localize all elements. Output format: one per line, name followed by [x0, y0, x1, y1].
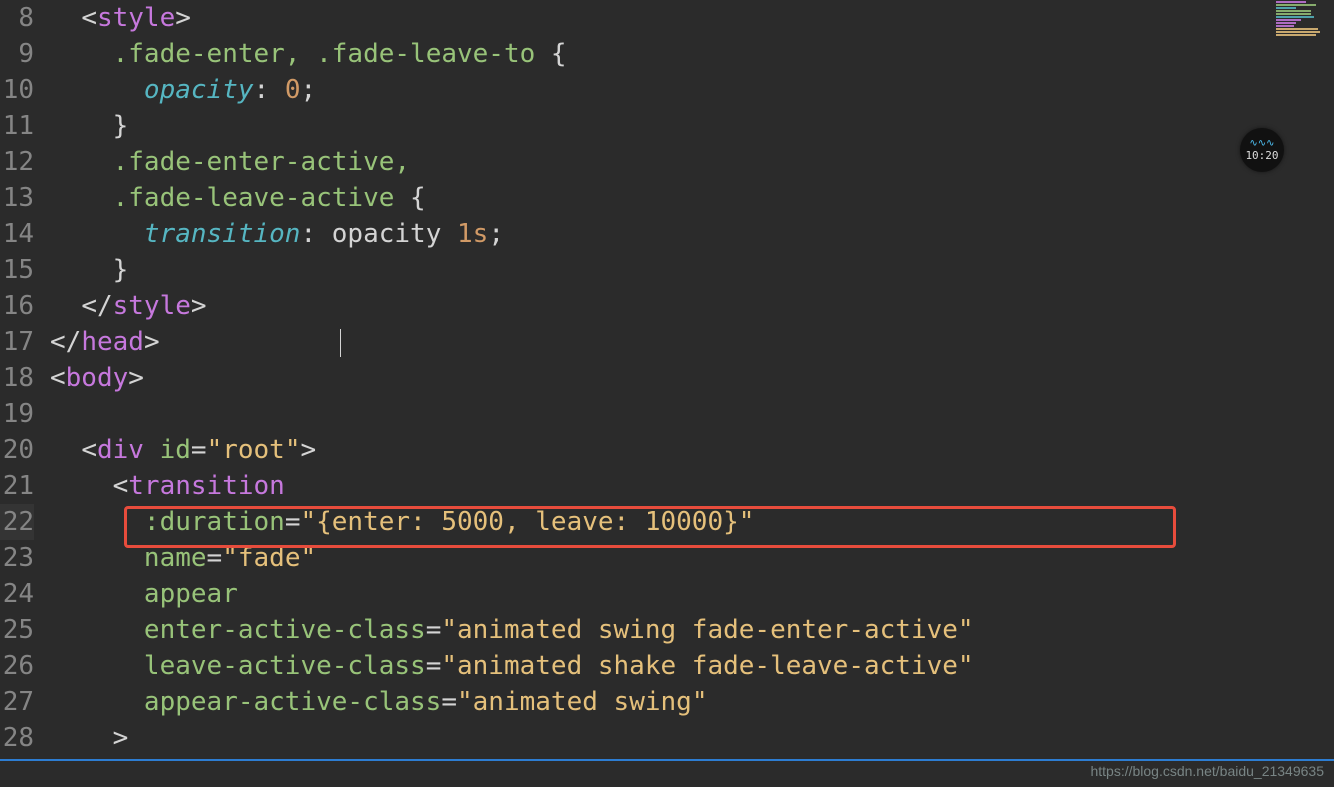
- line-number: 9: [0, 36, 34, 72]
- line-number: 22: [0, 504, 34, 540]
- line-number: 24: [0, 576, 34, 612]
- code-line[interactable]: transition: opacity 1s;: [50, 216, 1334, 252]
- code-line[interactable]: </head>: [50, 324, 1334, 360]
- code-line[interactable]: appear-active-class="animated swing": [50, 684, 1334, 720]
- line-number: 14: [0, 216, 34, 252]
- code-line[interactable]: .fade-enter, .fade-leave-to {: [50, 36, 1334, 72]
- line-number: 17: [0, 324, 34, 360]
- status-separator: [0, 759, 1334, 761]
- timestamp-badge: ∿∿∿ 10:20: [1240, 128, 1284, 172]
- code-line[interactable]: [50, 396, 1334, 432]
- line-number: 18: [0, 360, 34, 396]
- line-number: 21: [0, 468, 34, 504]
- code-line[interactable]: >: [50, 720, 1334, 756]
- code-line[interactable]: leave-active-class="animated shake fade-…: [50, 648, 1334, 684]
- line-number: 27: [0, 684, 34, 720]
- line-number: 20: [0, 432, 34, 468]
- line-number: 28: [0, 720, 34, 756]
- code-line[interactable]: <style>: [50, 0, 1334, 36]
- code-line[interactable]: .fade-leave-active {: [50, 180, 1334, 216]
- line-number: 15: [0, 252, 34, 288]
- code-line[interactable]: .fade-enter-active,: [50, 144, 1334, 180]
- text-cursor-icon: [340, 329, 341, 357]
- code-line[interactable]: opacity: 0;: [50, 72, 1334, 108]
- line-number: 19: [0, 396, 34, 432]
- line-number: 26: [0, 648, 34, 684]
- watermark-text: https://blog.csdn.net/baidu_21349635: [1090, 763, 1324, 779]
- line-number: 16: [0, 288, 34, 324]
- code-line[interactable]: <div id="root">: [50, 432, 1334, 468]
- code-line[interactable]: </style>: [50, 288, 1334, 324]
- code-content[interactable]: <style> .fade-enter, .fade-leave-to { op…: [42, 0, 1334, 787]
- line-number-gutter: 8 9 10 11 12 13 14 15 16 17 18 19 20 21 …: [0, 0, 42, 787]
- code-line[interactable]: name="fade": [50, 540, 1334, 576]
- code-line[interactable]: :duration="{enter: 5000, leave: 10000}": [50, 504, 1334, 540]
- line-number: 23: [0, 540, 34, 576]
- code-editor[interactable]: 8 9 10 11 12 13 14 15 16 17 18 19 20 21 …: [0, 0, 1334, 787]
- line-number: 25: [0, 612, 34, 648]
- code-line[interactable]: enter-active-class="animated swing fade-…: [50, 612, 1334, 648]
- line-number: 10: [0, 72, 34, 108]
- code-line[interactable]: <transition: [50, 468, 1334, 504]
- line-number: 13: [0, 180, 34, 216]
- minimap[interactable]: [1274, 0, 1334, 90]
- line-number: 12: [0, 144, 34, 180]
- code-line[interactable]: <body>: [50, 360, 1334, 396]
- badge-time: 10:20: [1245, 149, 1278, 162]
- line-number: 8: [0, 0, 34, 36]
- code-line[interactable]: appear: [50, 576, 1334, 612]
- line-number: 11: [0, 108, 34, 144]
- code-line[interactable]: }: [50, 108, 1334, 144]
- wave-icon: ∿∿∿: [1249, 139, 1274, 149]
- code-line[interactable]: }: [50, 252, 1334, 288]
